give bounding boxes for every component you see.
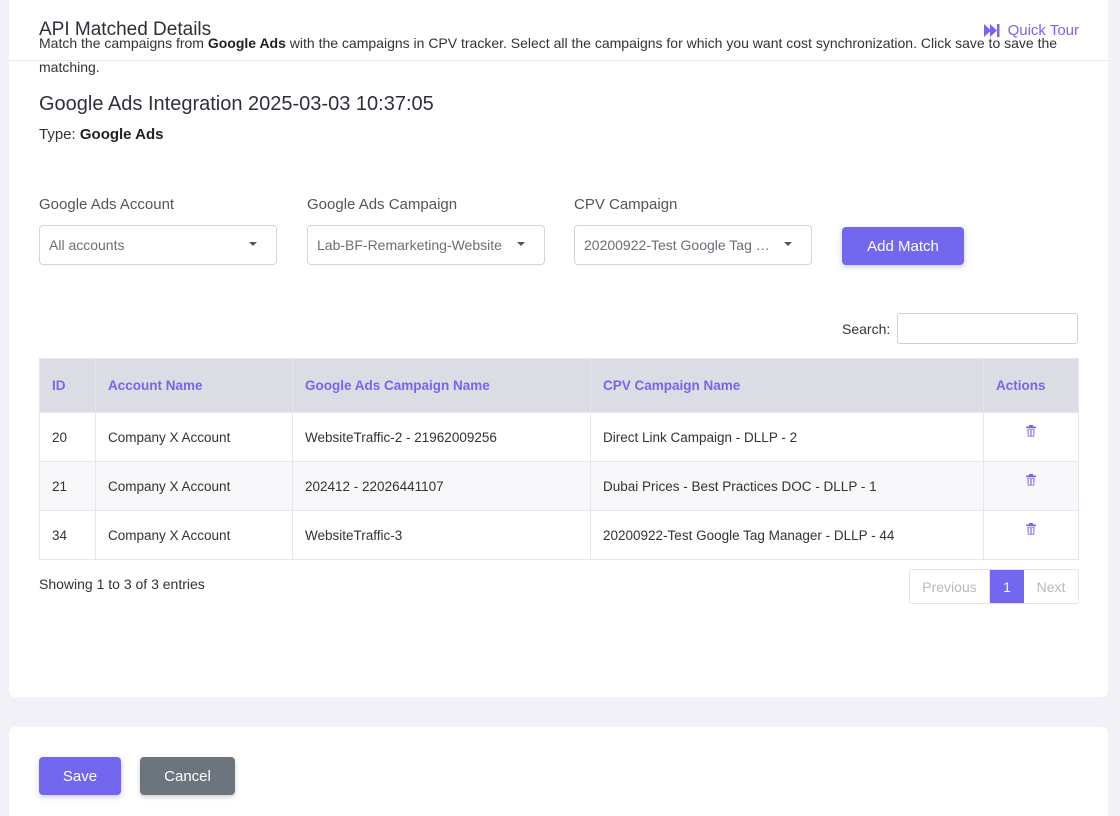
col-header-cpv-campaign[interactable]: CPV Campaign Name (590, 358, 984, 413)
footer-card: Save Cancel (9, 727, 1108, 816)
search-label: Search: (842, 320, 891, 337)
add-match-button[interactable]: Add Match (842, 227, 964, 265)
trash-icon[interactable] (1026, 523, 1036, 535)
cell-cpv-campaign: Direct Link Campaign - DLLP - 2 (590, 412, 984, 462)
col-header-google-campaign[interactable]: Google Ads Campaign Name (292, 358, 591, 413)
cell-id: 34 (39, 510, 96, 560)
search-input[interactable] (897, 313, 1079, 344)
pagination-previous[interactable]: Previous (910, 570, 990, 603)
col-header-id[interactable]: ID (39, 358, 96, 413)
trash-icon[interactable] (1026, 474, 1036, 486)
cell-id: 20 (39, 412, 96, 462)
cpv-campaign-select-value: 20200922-Test Google Tag Manager (584, 237, 781, 253)
table-info: Showing 1 to 3 of 3 entries (39, 576, 205, 592)
save-button[interactable]: Save (39, 757, 121, 795)
cell-google-campaign: 202412 - 22026441107 (292, 461, 591, 511)
caret-down-icon (784, 242, 792, 246)
pagination-page-1[interactable]: 1 (990, 570, 1024, 603)
account-select[interactable]: All accounts (39, 225, 277, 265)
cell-cpv-campaign: 20200922-Test Google Tag Manager - DLLP … (590, 510, 984, 560)
integration-title: Google Ads Integration 2025-03-03 10:37:… (39, 93, 434, 115)
search-box: Search: (842, 313, 1079, 344)
cell-account: Company X Account (95, 412, 293, 462)
col-header-actions[interactable]: Actions (983, 358, 1079, 413)
cancel-button[interactable]: Cancel (140, 757, 235, 795)
cpv-campaign-select[interactable]: 20200922-Test Google Tag Manager (574, 225, 812, 265)
cell-account: Company X Account (95, 510, 293, 560)
matched-details-card: API Matched Details Quick Tour Match the… (9, 0, 1108, 697)
pagination-next[interactable]: Next (1024, 570, 1078, 603)
table-row: 21 Company X Account 202412 - 2202644110… (39, 461, 1079, 511)
table-row: 34 Company X Account WebsiteTraffic-3 20… (39, 510, 1079, 560)
type-label: Type: (39, 126, 80, 143)
cell-google-campaign: WebsiteTraffic-2 - 21962009256 (292, 412, 591, 462)
caret-down-icon (517, 242, 525, 246)
col-header-account[interactable]: Account Name (95, 358, 293, 413)
trash-icon[interactable] (1026, 425, 1036, 437)
google-campaign-select-value: Lab-BF-Remarketing-Website (317, 237, 502, 253)
cell-account: Company X Account (95, 461, 293, 511)
google-campaign-select[interactable]: Lab-BF-Remarketing-Website (307, 225, 545, 265)
cell-google-campaign: WebsiteTraffic-3 (292, 510, 591, 560)
cell-actions (983, 412, 1079, 462)
table-header-row: ID Account Name Google Ads Campaign Name… (39, 358, 1079, 413)
cell-actions (983, 461, 1079, 511)
cpv-campaign-label: CPV Campaign (574, 196, 678, 213)
matches-table: ID Account Name Google Ads Campaign Name… (39, 358, 1079, 560)
account-label: Google Ads Account (39, 196, 175, 213)
intro-bold: Google Ads (207, 35, 286, 51)
table-row: 20 Company X Account WebsiteTraffic-2 - … (39, 412, 1079, 462)
intro-text: Match the campaigns from Google Ads with… (39, 31, 1084, 79)
google-campaign-label: Google Ads Campaign (307, 196, 458, 213)
type-value: Google Ads (79, 126, 164, 143)
cell-actions (983, 510, 1079, 560)
pagination: Previous 1 Next (909, 569, 1079, 604)
integration-type: Type: Google Ads (39, 126, 163, 143)
caret-down-icon (249, 242, 257, 246)
intro-part1: Match the campaigns from (39, 35, 208, 51)
cell-cpv-campaign: Dubai Prices - Best Practices DOC - DLLP… (590, 461, 984, 511)
account-select-value: All accounts (49, 237, 125, 253)
cell-id: 21 (39, 461, 96, 511)
